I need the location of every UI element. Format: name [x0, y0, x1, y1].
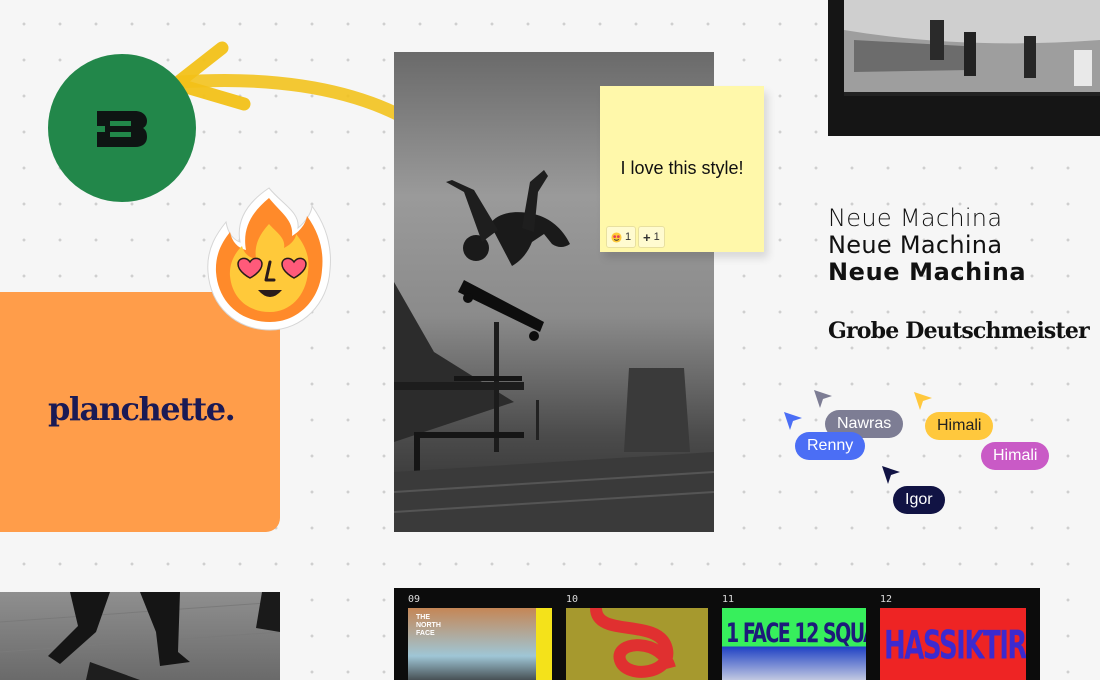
- reaction-count: 1: [653, 231, 660, 243]
- bold-b-logo-icon: [97, 111, 147, 147]
- poster-10[interactable]: [566, 608, 708, 680]
- cursor-pointer-icon: [914, 392, 932, 410]
- poster-11[interactable]: 1 FACE 12 SQUARES: [722, 608, 866, 680]
- plus-icon: +: [643, 229, 651, 245]
- font-specimen-bold[interactable]: Neue Machina: [828, 259, 1026, 286]
- brand-wordmark: planchette.: [48, 390, 236, 428]
- logo-circle[interactable]: [48, 54, 196, 202]
- cursor-label-renny: Renny: [795, 432, 866, 460]
- street-illustration: [0, 592, 280, 680]
- poster-brand-line: THE: [416, 614, 430, 621]
- poster-number: 10: [566, 594, 579, 605]
- reaction-add[interactable]: + 1: [638, 226, 665, 248]
- poster-strip[interactable]: 09 THE NORTH FACE 10 11 1 FACE 12 SQUARE…: [394, 588, 1040, 680]
- street-photo[interactable]: [0, 592, 280, 680]
- font-specimen-regular[interactable]: Neue Machina: [828, 232, 1002, 259]
- skatepark-photo[interactable]: [828, 0, 1100, 136]
- red-loop-graphic: [590, 608, 676, 678]
- skatepark-illustration: [844, 0, 1100, 96]
- poster-title: 1 FACE 12 SQUARES: [726, 618, 866, 649]
- poster-09[interactable]: THE NORTH FACE: [408, 608, 552, 680]
- cursor-label-himali-2: Himali: [981, 442, 1050, 470]
- poster-12[interactable]: HASSIKTIR: [880, 608, 1026, 680]
- poster-number: 11: [722, 594, 735, 605]
- poster-brand-line: FACE: [416, 630, 435, 637]
- poster-title: HASSIKTIR: [884, 624, 1026, 669]
- cursor-pointer-icon: [814, 390, 832, 408]
- poster-number: 12: [880, 594, 893, 605]
- cursor-pointer-icon: [784, 412, 802, 430]
- cursor-label-himali: Himali: [925, 412, 994, 440]
- cursor-pointer-icon: [882, 466, 900, 484]
- cursor-label-igor: Igor: [893, 486, 945, 514]
- heart-eyes-emoji-icon: [611, 231, 622, 243]
- poster-number: 09: [408, 594, 421, 605]
- sticky-note-text: I love this style!: [620, 158, 744, 178]
- font-specimen-light[interactable]: Neue Machina: [828, 205, 1002, 232]
- reaction-count: 1: [625, 231, 632, 243]
- reaction-heart-eyes[interactable]: 1: [606, 226, 637, 248]
- font-specimen-gothic[interactable]: Grobe Deutschmeister: [828, 318, 1090, 344]
- fire-face-sticker-icon[interactable]: [204, 184, 334, 334]
- sticky-note[interactable]: I love this style! 1 + 1: [600, 86, 764, 252]
- poster-brand-line: NORTH: [416, 622, 441, 629]
